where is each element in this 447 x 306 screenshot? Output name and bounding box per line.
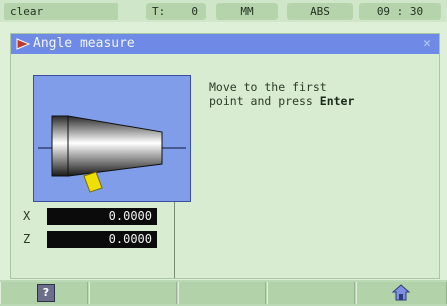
window-title: Angle measure (33, 36, 135, 51)
window-arrow-icon (16, 38, 30, 50)
status-clock: 09 : 30 (359, 3, 441, 20)
instruction-line2: point and press (209, 94, 320, 108)
home-icon (392, 284, 410, 301)
status-bar: clear T: 0 MM ABS 09 : 30 (0, 0, 447, 22)
status-mode: clear (4, 3, 118, 20)
instruction-line1: Move to the first (209, 80, 327, 94)
axis-z-label: Z (23, 232, 31, 246)
axis-z-value[interactable]: 0.0000 (47, 231, 157, 248)
softkey-bar: ? (0, 280, 447, 306)
softkey-2[interactable] (89, 282, 177, 304)
taper-illustration (33, 75, 191, 202)
probe-icon (83, 171, 103, 193)
status-units: MM (216, 3, 278, 20)
panel-divider (174, 202, 175, 278)
angle-measure-window: Angle measure ✕ Move to the first point … (10, 33, 440, 279)
close-icon[interactable]: ✕ (421, 37, 433, 50)
softkey-help[interactable]: ? (0, 282, 88, 304)
softkey-4[interactable] (267, 282, 355, 304)
window-titlebar: Angle measure ✕ (11, 34, 439, 54)
status-tool-label: T: (152, 5, 166, 18)
softkey-3[interactable] (178, 282, 266, 304)
axis-x-label: X (23, 209, 31, 223)
enter-key-label: Enter (319, 94, 355, 108)
status-tool: T: 0 (146, 3, 206, 20)
help-icon: ? (37, 284, 55, 302)
instruction-text: Move to the first point and press Enter (209, 80, 429, 108)
softkey-home[interactable] (356, 282, 447, 304)
status-coords: ABS (287, 3, 353, 20)
axis-x-value[interactable]: 0.0000 (47, 208, 157, 225)
taper-diagram (38, 115, 186, 193)
chuck-body (51, 115, 69, 177)
status-tool-value: 0 (191, 5, 198, 18)
status-mode-text: clear (10, 5, 44, 18)
taper-workpiece (67, 115, 163, 177)
